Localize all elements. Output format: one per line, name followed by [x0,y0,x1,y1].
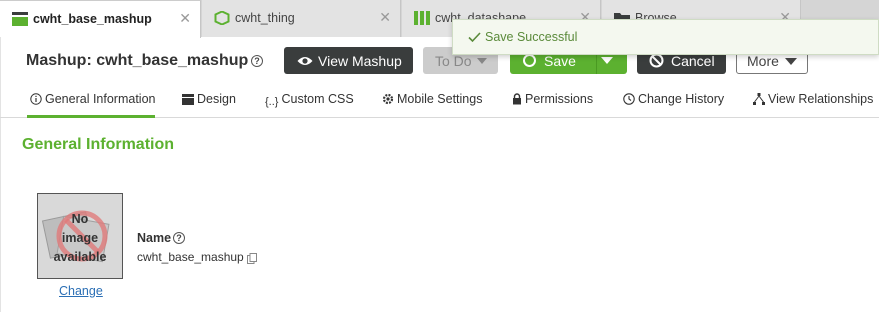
subnav-label: Design [197,92,236,106]
tab-label: cwht_base_mashup [33,12,152,26]
name-label: Name [137,231,172,245]
tab-cwht-thing[interactable]: cwht_thing ✕ [202,0,401,37]
no-image-line: available [53,250,107,264]
view-mashup-label: View Mashup [318,53,402,69]
chevron-down-icon [477,58,487,64]
tab-general-information[interactable]: General Information [30,92,155,108]
save-success-toast[interactable]: Save Successful [452,19,879,55]
close-icon[interactable]: ✕ [379,10,391,24]
save-circle-icon [523,54,536,67]
tab-label: cwht_thing [235,11,295,25]
subnav-label: General Information [45,92,156,106]
tab-view-relationships[interactable]: View Relationships [753,92,873,108]
lock-icon [512,93,522,108]
thing-icon [214,10,230,26]
info-icon [30,93,42,108]
chevron-down-icon[interactable] [601,57,613,64]
subnav-label: Change History [638,92,725,106]
help-icon[interactable]: ? [251,55,263,67]
toast-message: Save Successful [485,30,578,44]
page-title: Mashup: cwht_base_mashup [26,52,249,69]
subnav-label: Custom CSS [281,92,354,106]
chevron-down-icon [785,58,797,65]
copy-icon[interactable] [247,251,257,269]
change-image-link[interactable]: Change [59,284,103,298]
active-tab-indicator [27,115,155,118]
todo-label: To Do [435,53,472,69]
save-label: Save [544,53,576,69]
clock-icon [623,93,635,108]
close-icon[interactable]: ✕ [179,11,191,25]
subnav-label: Permissions [525,92,594,106]
datashape-icon [414,11,430,25]
tab-permissions[interactable]: Permissions [512,92,593,108]
sub-navigation: General Information Design {..} Custom CS… [0,86,879,118]
left-border [0,37,1,312]
more-label: More [747,53,779,69]
relationships-icon [753,93,765,108]
eye-icon [297,54,313,70]
mashup-image[interactable]: No image available [37,193,123,279]
subnav-label: Mobile Settings [397,92,483,106]
no-image-line: No [71,212,89,226]
help-icon[interactable]: ? [173,232,185,244]
tab-change-history[interactable]: Change History [623,92,724,108]
no-image-line: image [61,231,99,245]
cancel-icon [649,53,664,71]
tab-mobile-settings[interactable]: Mobile Settings [382,92,482,108]
no-image-text: No image available [38,210,122,267]
tab-cwht-base-mashup[interactable]: cwht_base_mashup ✕ [0,0,201,38]
name-value: cwht_base_mashup [137,250,244,264]
css-braces-icon: {..} [265,96,279,108]
tab-design[interactable]: Design [182,92,236,108]
subnav-label: View Relationships [768,92,874,106]
check-icon [468,30,481,48]
view-mashup-button[interactable]: View Mashup [284,47,413,74]
gear-icon [382,93,394,108]
mashup-icon [12,12,28,26]
design-icon [182,94,194,108]
section-title: General Information [22,136,175,153]
tab-custom-css[interactable]: {..} Custom CSS [265,92,354,108]
cancel-label: Cancel [671,53,715,69]
